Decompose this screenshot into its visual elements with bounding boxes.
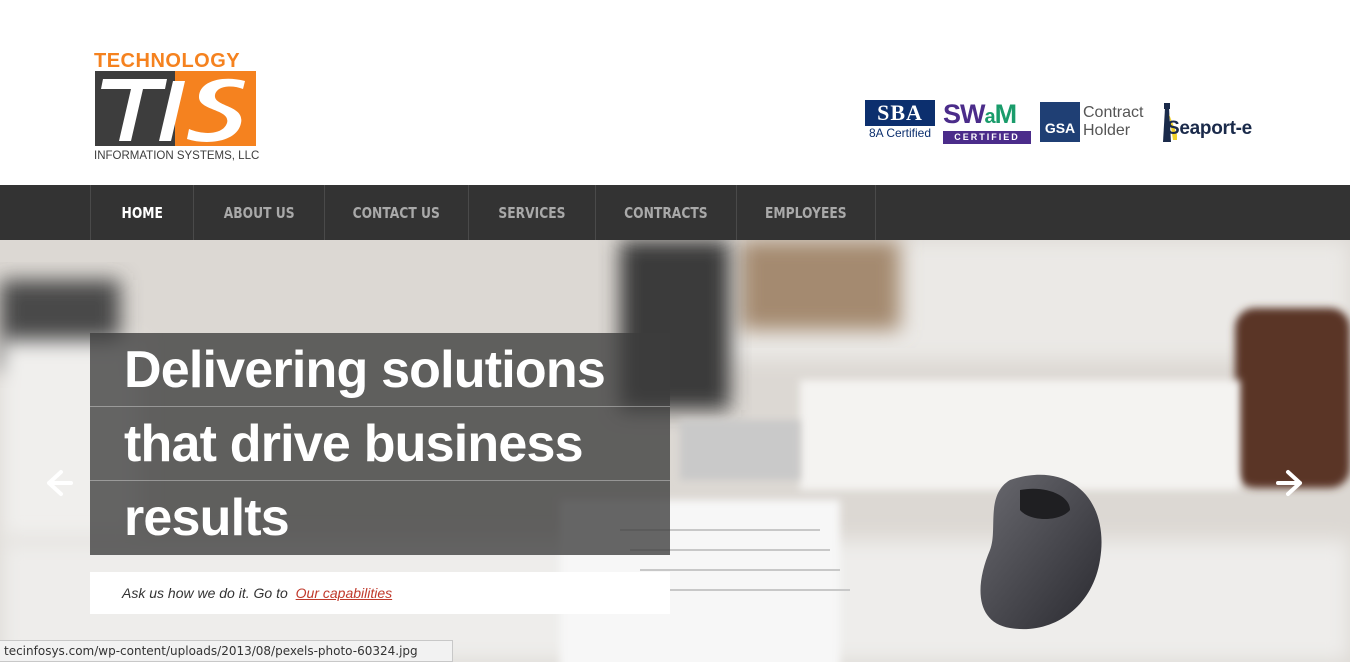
hero-slider: Delivering solutions that drive business… (0, 240, 1350, 662)
gsa-badge: GSA (1040, 102, 1080, 142)
gsa-line2: Holder (1083, 122, 1131, 139)
main-navigation: HOME ABOUT US CONTACT US SERVICES CONTRA… (0, 185, 1350, 240)
nav-label-employees: EMPLOYEES (765, 203, 847, 222)
swam-letter-m: M (994, 99, 1017, 129)
gsa-line1: Contract (1083, 104, 1144, 121)
swam-certified-logo: SWaM CERTIFIED (943, 99, 1032, 144)
headline-line-2: that drive business (90, 407, 670, 481)
nav-label-about-us: ABOUT US (223, 203, 295, 222)
nav-item-home[interactable]: HOME (91, 185, 194, 240)
certification-logos: SBA 8A Certified SWaM CERTIFIED GSA Cont… (865, 100, 1257, 145)
logo-top-text: TECHNOLOGY (94, 50, 241, 72)
nav-item-employees[interactable]: EMPLOYEES (737, 185, 876, 240)
browser-status-bar: tecinfosys.com/wp-content/uploads/2013/0… (0, 640, 453, 662)
swam-letter-w: W (960, 99, 986, 129)
site-header: TECHNOLOGY INFORMATION SYSTEMS, LLC SBA … (0, 0, 1350, 185)
sba-title: SBA (865, 100, 935, 126)
slider-next-arrow-icon[interactable] (1276, 468, 1306, 498)
swam-letter-s: S (943, 99, 961, 129)
nav-label-services: SERVICES (498, 203, 566, 222)
seaport-e-logo: Seaport-e (1157, 100, 1257, 142)
nav-label-contact-us: CONTACT US (352, 203, 441, 222)
nav-label-home: HOME (121, 203, 163, 222)
headline-line-3: results (90, 481, 670, 555)
our-capabilities-link[interactable]: Our capabilities (296, 585, 393, 601)
subcaption-text: Ask us how we do it. Go to (122, 585, 288, 601)
slider-prev-arrow-icon[interactable] (43, 468, 73, 498)
nav-item-contact-us[interactable]: CONTACT US (325, 185, 469, 240)
hero-subcaption: Ask us how we do it. Go to Our capabilit… (90, 572, 670, 614)
company-logo[interactable]: TECHNOLOGY INFORMATION SYSTEMS, LLC (94, 50, 264, 165)
swam-subtitle: CERTIFIED (943, 131, 1031, 144)
nav-item-services[interactable]: SERVICES (469, 185, 596, 240)
sba-subtitle: 8A Certified (868, 126, 932, 140)
logo-mark (95, 71, 256, 146)
nav-item-about-us[interactable]: ABOUT US (194, 185, 325, 240)
hero-headline: Delivering solutions that drive business… (90, 333, 670, 555)
seaport-text: Seaport-e (1167, 118, 1252, 139)
swam-letter-a: a (984, 106, 996, 128)
nav-item-contracts[interactable]: CONTRACTS (596, 185, 737, 240)
headline-line-1: Delivering solutions (90, 333, 670, 407)
sba-8a-logo: SBA 8A Certified (865, 100, 935, 142)
logo-bottom-text: INFORMATION SYSTEMS, LLC (94, 150, 260, 162)
nav-label-contracts: CONTRACTS (624, 203, 708, 222)
gsa-contract-logo: GSA Contract Holder (1040, 100, 1155, 142)
